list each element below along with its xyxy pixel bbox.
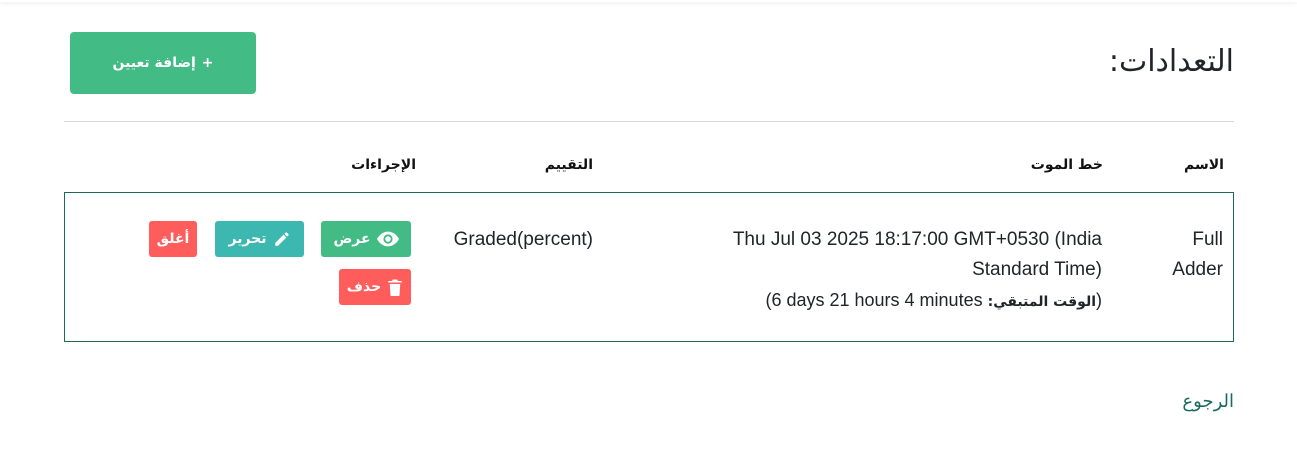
grading-type: Graded(percent) [453,229,593,250]
table-row: Full Adder Thu Jul 03 2025 18:17:00 GMT+… [64,192,1234,342]
delete-label: حذف [346,279,382,295]
close-label: أغلق [156,231,190,247]
add-assignment-button[interactable]: + إضافة تعيين [70,32,256,94]
column-header-name: الاسم [1184,157,1224,173]
close-button[interactable]: أغلق [149,221,197,257]
edit-button[interactable]: تحرير [215,221,304,257]
back-link[interactable]: الرجوع [1182,391,1234,412]
delete-button[interactable]: حذف [339,269,411,305]
view-label: عرض [333,231,371,247]
trash-icon [388,279,402,296]
view-button[interactable]: عرض [321,221,411,257]
assignment-name: Full Adder [1172,229,1223,280]
remaining-time-label: الوقت المتبقي: [987,294,1096,310]
remaining-time: (الوقت المتبقي: 6 days 21 hours 4 minute… [682,285,1102,317]
column-header-grading: التقييم [544,157,593,173]
page-title: التعدادات: [1108,44,1234,79]
plus-icon: + [201,55,214,71]
pencil-icon [274,232,289,246]
top-shadow-bar [0,0,1297,2]
column-header-deadline: خط الموت [1030,157,1103,173]
header-divider [64,121,1234,122]
column-header-actions: الإجراءات [351,157,416,173]
edit-label: تحرير [228,231,267,247]
remaining-open-paren: ( [1096,290,1102,310]
remaining-time-value: 6 days 21 hours 4 minutes [771,290,983,310]
deadline-cell: Thu Jul 03 2025 18:17:00 GMT+0530 (India… [682,225,1102,317]
eye-icon [376,231,399,247]
deadline-date: Thu Jul 03 2025 18:17:00 GMT+0530 (India… [732,229,1102,280]
add-assignment-label: إضافة تعيين [112,55,196,71]
